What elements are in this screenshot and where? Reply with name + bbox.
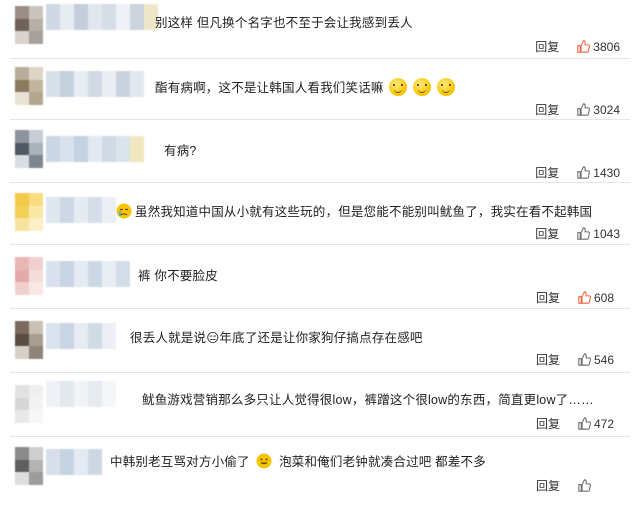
reply-button[interactable]: 回复: [536, 415, 560, 432]
avatar[interactable]: [15, 257, 43, 295]
comment-actions: 回复: [536, 477, 620, 494]
comment-text-body-continued: 泡菜和俺们老钟就凑合过吧 都差不多: [279, 455, 486, 469]
username-pixelated[interactable]: [46, 4, 158, 30]
comment-actions: 回复 472: [536, 415, 620, 432]
username-pixelated[interactable]: [46, 136, 144, 162]
comment-actions: 回复 1043: [535, 225, 620, 242]
username-pixelated[interactable]: [46, 381, 116, 407]
like-count: 546: [594, 352, 615, 367]
comment-item: 裤 你不要脸皮 回复 608: [10, 245, 630, 309]
like-count: 3024: [593, 102, 620, 117]
comment-text-body: 中韩别老互骂对方小偷了: [110, 455, 250, 469]
reply-button[interactable]: 回复: [535, 38, 559, 55]
smile-emoji-icon: [412, 78, 431, 96]
thumbs-up-icon[interactable]: [577, 227, 591, 240]
like-count: 608: [594, 290, 615, 305]
comment-item: 很丢人就是说😑年底了还是让你家狗仔搞点存在感吧 回复 546: [10, 309, 630, 373]
thumbs-up-icon[interactable]: [577, 103, 591, 116]
comment-text: 酯有病啊，这不是让韩国人看我们笑话嘛: [155, 77, 455, 96]
thumbs-up-icon[interactable]: [578, 417, 591, 430]
username-pixelated[interactable]: [46, 71, 144, 97]
comment-text: 中韩别老互骂对方小偷了 泡菜和俺们老钟就凑合过吧 都差不多: [110, 451, 486, 470]
comment-item: 中韩别老互骂对方小偷了 泡菜和俺们老钟就凑合过吧 都差不多 回复: [10, 437, 630, 507]
reply-button[interactable]: 回复: [535, 101, 559, 118]
comment-actions: 回复 3024: [535, 101, 620, 118]
comment-item: 虽然我知道中国从小就有这些玩的，但是您能不能别叫鱿鱼了，我实在看不起韩国 回复 …: [10, 183, 630, 245]
username-pixelated[interactable]: [46, 323, 116, 349]
reply-button[interactable]: 回复: [536, 477, 560, 494]
avatar[interactable]: [15, 130, 43, 168]
comment-list: 别这样 但凡换个名字也不至于会让我感到丢人 回复 3806 酯有病啊，这不是让韩…: [0, 0, 640, 500]
smile-emoji-icon: [436, 78, 455, 96]
comment-item: 鱿鱼游戏营销那么多只让人觉得很low，裤蹭这个很low的东西，简直更low了………: [10, 373, 630, 437]
comment-text: 虽然我知道中国从小就有这些玩的，但是您能不能别叫鱿鱼了，我实在看不起韩国: [116, 201, 592, 220]
like-count: 1043: [593, 226, 620, 241]
smile-emoji-icon: [389, 78, 408, 96]
avatar[interactable]: [15, 67, 43, 105]
cry-emoji-icon: [116, 203, 132, 219]
username-pixelated[interactable]: [46, 449, 102, 475]
thumbs-up-icon[interactable]: [577, 40, 591, 53]
comment-actions: 回复 1430: [535, 164, 620, 181]
avatar[interactable]: [15, 6, 43, 44]
like-count: 472: [594, 416, 615, 431]
comment-actions: 回复 608: [536, 289, 620, 306]
grin-emoji-icon: [256, 453, 272, 469]
comment-item: 酯有病啊，这不是让韩国人看我们笑话嘛 回复 3024: [10, 59, 630, 120]
avatar[interactable]: [15, 193, 43, 231]
reply-button[interactable]: 回复: [535, 164, 559, 181]
like-count: 3806: [593, 39, 620, 54]
comment-item: 有病? 回复 1430: [10, 120, 630, 183]
reply-button[interactable]: 回复: [536, 351, 560, 368]
thumbs-up-icon[interactable]: [577, 166, 591, 179]
comment-text: 很丢人就是说😑年底了还是让你家狗仔搞点存在感吧: [130, 331, 423, 345]
username-pixelated[interactable]: [46, 197, 116, 223]
reply-button[interactable]: 回复: [535, 225, 559, 242]
comment-actions: 回复 546: [536, 351, 620, 368]
like-count: 1430: [593, 165, 620, 180]
avatar[interactable]: [15, 385, 43, 423]
reply-button[interactable]: 回复: [536, 289, 560, 306]
comment-text: 别这样 但凡换个名字也不至于会让我感到丢人: [155, 16, 413, 30]
thumbs-up-icon[interactable]: [578, 291, 591, 304]
comment-text: 有病?: [164, 144, 197, 158]
avatar[interactable]: [15, 447, 43, 485]
comment-text: 裤 你不要脸皮: [138, 269, 218, 283]
thumbs-up-icon[interactable]: [578, 479, 591, 492]
username-pixelated[interactable]: [46, 261, 130, 287]
comment-actions: 回复 3806: [535, 38, 620, 55]
thumbs-up-icon[interactable]: [578, 353, 591, 366]
comment-text: 鱿鱼游戏营销那么多只让人觉得很low，裤蹭这个很low的东西，简直更low了……: [142, 393, 594, 407]
comment-text-body: 酯有病啊，这不是让韩国人看我们笑话嘛: [155, 81, 384, 95]
comment-item: 别这样 但凡换个名字也不至于会让我感到丢人 回复 3806: [10, 0, 630, 59]
comment-text-body: 虽然我知道中国从小就有这些玩的，但是您能不能别叫鱿鱼了，我实在看不起韩国: [135, 205, 593, 219]
avatar[interactable]: [15, 321, 43, 359]
